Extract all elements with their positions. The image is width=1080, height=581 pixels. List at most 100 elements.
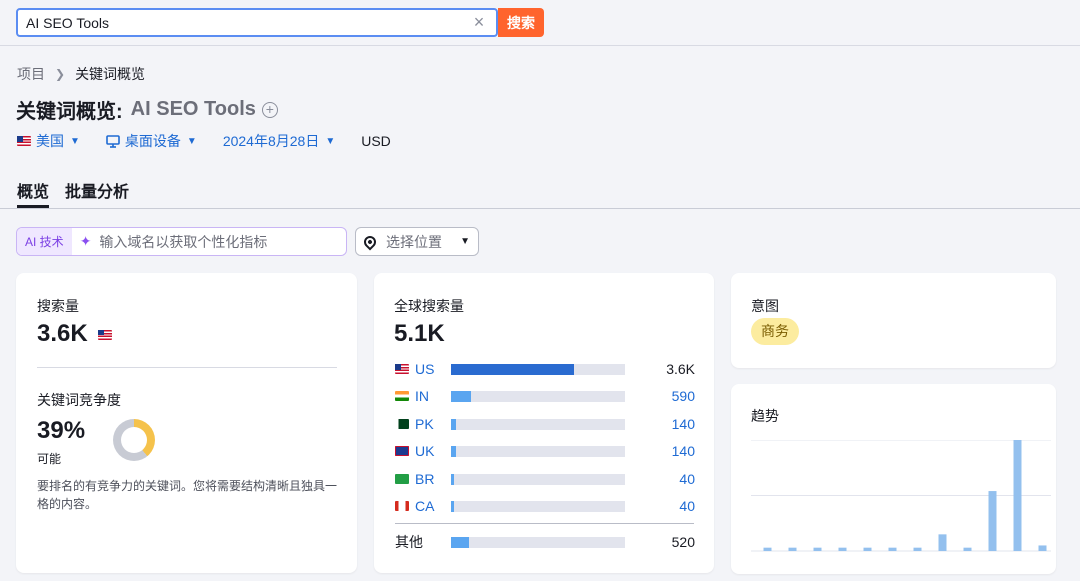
- search-box: ×: [16, 8, 498, 37]
- br-flag-icon: [395, 473, 409, 484]
- volume-label: 搜索量: [37, 298, 79, 314]
- tab-bulk-analysis[interactable]: 批量分析: [65, 178, 129, 208]
- currency-label: USD: [361, 133, 391, 149]
- country-value[interactable]: 3.6K: [666, 361, 695, 377]
- country-value[interactable]: 40: [679, 471, 695, 487]
- volume-value: 3.6K: [37, 320, 113, 348]
- country-row-in[interactable]: IN 590: [395, 386, 695, 406]
- date-filter[interactable]: 2024年8月28日 ▼: [223, 131, 335, 151]
- country-value[interactable]: 590: [672, 388, 695, 404]
- ai-domain-bar: AI 技术 ✦: [16, 227, 347, 256]
- country-row-uk[interactable]: UK 140: [395, 441, 695, 461]
- chevron-down-icon: ▼: [186, 135, 197, 147]
- country-row-us[interactable]: US 3.6K: [395, 359, 695, 379]
- difficulty-value: 39%: [37, 417, 86, 444]
- top-search-bar: × 搜索: [0, 0, 1080, 46]
- intent-card: 意图 商务: [731, 273, 1056, 368]
- country-code[interactable]: CA: [415, 498, 455, 514]
- other-value: 520: [671, 534, 695, 550]
- pk-flag-icon: [395, 418, 409, 429]
- trend-bar[interactable]: [913, 547, 922, 551]
- filter-bar: 美国 ▼ 桌面设备 ▼ 2024年8月28日 ▼ USD: [17, 131, 391, 151]
- add-circle-icon[interactable]: +: [261, 101, 278, 118]
- trend-bar[interactable]: [763, 547, 772, 551]
- us-flag-icon: [17, 136, 31, 146]
- uk-flag-icon: [395, 446, 409, 457]
- location-select[interactable]: 选择位置 ▼: [355, 227, 479, 256]
- page-title: 关键词概览: AI SEO Tools +: [16, 95, 278, 124]
- global-volume-label: 全球搜索量: [394, 298, 464, 314]
- page-title-keyword: AI SEO Tools: [130, 98, 256, 120]
- country-divider: [395, 523, 694, 524]
- trend-bar[interactable]: [788, 547, 797, 551]
- country-code[interactable]: PK: [415, 416, 455, 432]
- device-filter-label: 桌面设备: [124, 133, 181, 149]
- trend-bar[interactable]: [938, 534, 947, 551]
- ca-flag-icon: [395, 501, 409, 511]
- country-row-br[interactable]: BR 40: [395, 469, 695, 489]
- volume-value-text: 3.6K: [37, 320, 88, 347]
- trend-bar[interactable]: [988, 491, 997, 551]
- other-bar-fill: [451, 537, 469, 548]
- country-bar-track: [451, 473, 625, 485]
- volume-card: 搜索量 3.6K 关键词竞争度 39% 可能 要排名的有竞争力的关键词。您将需要…: [16, 273, 357, 573]
- country-bar-fill: [451, 446, 456, 458]
- country-row-ca[interactable]: CA 40: [395, 496, 695, 516]
- difficulty-rating: 可能: [37, 452, 62, 466]
- other-label: 其他: [395, 534, 423, 550]
- country-code[interactable]: US: [415, 361, 455, 377]
- country-filter[interactable]: 美国 ▼: [17, 131, 80, 151]
- difficulty-donut: [113, 419, 155, 461]
- global-volume-value: 5.1K: [394, 320, 445, 347]
- country-row-other: 其他 520: [395, 532, 695, 552]
- country-code[interactable]: IN: [415, 388, 455, 404]
- trend-bar[interactable]: [838, 547, 847, 551]
- date-filter-label: 2024年8月28日: [222, 133, 320, 149]
- country-bar-fill: [451, 391, 472, 403]
- country-value[interactable]: 140: [672, 443, 695, 459]
- country-value[interactable]: 40: [679, 498, 695, 514]
- trend-bar[interactable]: [963, 547, 972, 551]
- breadcrumb-current: 关键词概览: [75, 66, 146, 82]
- search-input[interactable]: [26, 14, 466, 32]
- clear-icon[interactable]: ×: [470, 13, 488, 31]
- country-bar-fill: [451, 418, 456, 430]
- country-value[interactable]: 140: [672, 416, 695, 432]
- tab-overview[interactable]: 概览: [17, 178, 50, 208]
- country-bar-track: [451, 364, 625, 375]
- country-bar-track: [451, 501, 625, 512]
- chevron-down-icon: ▼: [70, 135, 80, 147]
- other-bar-track: [451, 537, 625, 548]
- country-bar-fill: [451, 364, 574, 375]
- intent-badge: 商务: [751, 318, 799, 345]
- trend-bar[interactable]: [813, 547, 822, 551]
- trend-bar[interactable]: [888, 547, 897, 551]
- difficulty-label: 关键词竞争度: [37, 392, 121, 408]
- breadcrumb: 项目 ❯ 关键词概览: [17, 64, 145, 84]
- intent-label: 意图: [751, 298, 779, 314]
- breadcrumb-root[interactable]: 项目: [17, 64, 45, 84]
- country-bar-fill: [451, 501, 454, 512]
- trend-label: 趋势: [751, 408, 779, 424]
- country-code[interactable]: UK: [415, 443, 455, 459]
- domain-input[interactable]: [99, 233, 330, 250]
- trend-chart: [751, 440, 1051, 552]
- ai-tag: AI 技术: [17, 228, 72, 255]
- country-bar-track: [451, 446, 625, 458]
- difficulty-description: 要排名的有竞争力的关键词。您将需要结构清晰且独具一格的内容。: [37, 479, 338, 511]
- country-filter-label: 美国: [36, 133, 64, 149]
- trend-bar[interactable]: [1013, 440, 1022, 551]
- tab-bar: 概览 批量分析: [0, 172, 1080, 209]
- country-code[interactable]: BR: [415, 471, 455, 487]
- in-flag-icon: [395, 391, 409, 402]
- device-filter[interactable]: 桌面设备 ▼: [106, 131, 197, 151]
- search-button[interactable]: 搜索: [498, 8, 544, 37]
- country-bar-track: [451, 391, 625, 403]
- location-select-label: 选择位置: [386, 233, 442, 250]
- country-bar-track: [451, 418, 625, 430]
- trend-bar[interactable]: [1038, 545, 1047, 551]
- chevron-down-icon: ▼: [460, 236, 470, 247]
- trend-bar[interactable]: [863, 547, 872, 551]
- country-row-pk[interactable]: PK 140: [395, 414, 695, 434]
- desktop-icon: [106, 134, 120, 148]
